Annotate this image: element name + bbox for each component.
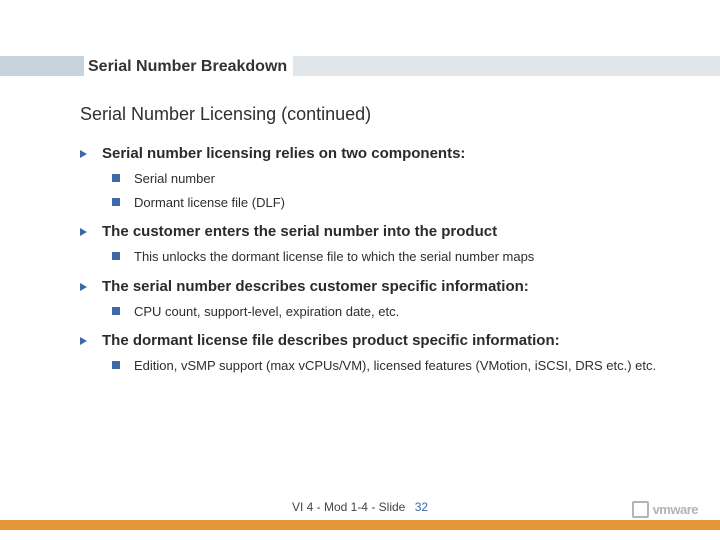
footer-accent-bar bbox=[0, 520, 720, 530]
list-item: The customer enters the serial number in… bbox=[80, 223, 690, 266]
bullet-text: Serial number licensing relies on two co… bbox=[102, 145, 465, 162]
vmware-logo: vmware bbox=[632, 501, 698, 518]
sub-list-item: This unlocks the dormant license file to… bbox=[112, 248, 690, 266]
sub-list: Edition, vSMP support (max vCPUs/VM), li… bbox=[102, 357, 690, 375]
sub-list-item: Edition, vSMP support (max vCPUs/VM), li… bbox=[112, 357, 690, 375]
title-bar: Serial Number Breakdown bbox=[0, 56, 720, 76]
sub-list-item: Serial number bbox=[112, 170, 690, 188]
content: Serial Number Licensing (continued) Seri… bbox=[80, 104, 690, 385]
sub-list: This unlocks the dormant license file to… bbox=[102, 248, 690, 266]
sub-list-item: Dormant license file (DLF) bbox=[112, 194, 690, 212]
list-item: The dormant license file describes produ… bbox=[80, 332, 690, 375]
title-accent bbox=[0, 56, 84, 76]
logo-text: vmware bbox=[653, 502, 698, 517]
section-heading: Serial Number Licensing (continued) bbox=[80, 104, 690, 125]
slide-number: 32 bbox=[415, 500, 428, 514]
sub-list: Serial number Dormant license file (DLF) bbox=[102, 170, 690, 211]
bullet-text: The customer enters the serial number in… bbox=[102, 223, 497, 240]
footer-text: VI 4 - Mod 1-4 - Slide 32 bbox=[0, 500, 720, 514]
list-item: The serial number describes customer spe… bbox=[80, 278, 690, 321]
sub-list: CPU count, support-level, expiration dat… bbox=[102, 303, 690, 321]
sub-list-item: CPU count, support-level, expiration dat… bbox=[112, 303, 690, 321]
list-item: Serial number licensing relies on two co… bbox=[80, 145, 690, 211]
footer-label: VI 4 - Mod 1-4 - Slide bbox=[292, 500, 405, 514]
slide-title: Serial Number Breakdown bbox=[84, 56, 293, 77]
bullet-text: The serial number describes customer spe… bbox=[102, 278, 529, 295]
bullet-list: Serial number licensing relies on two co… bbox=[80, 145, 690, 375]
bullet-text: The dormant license file describes produ… bbox=[102, 332, 560, 349]
logo-icon bbox=[632, 501, 649, 518]
